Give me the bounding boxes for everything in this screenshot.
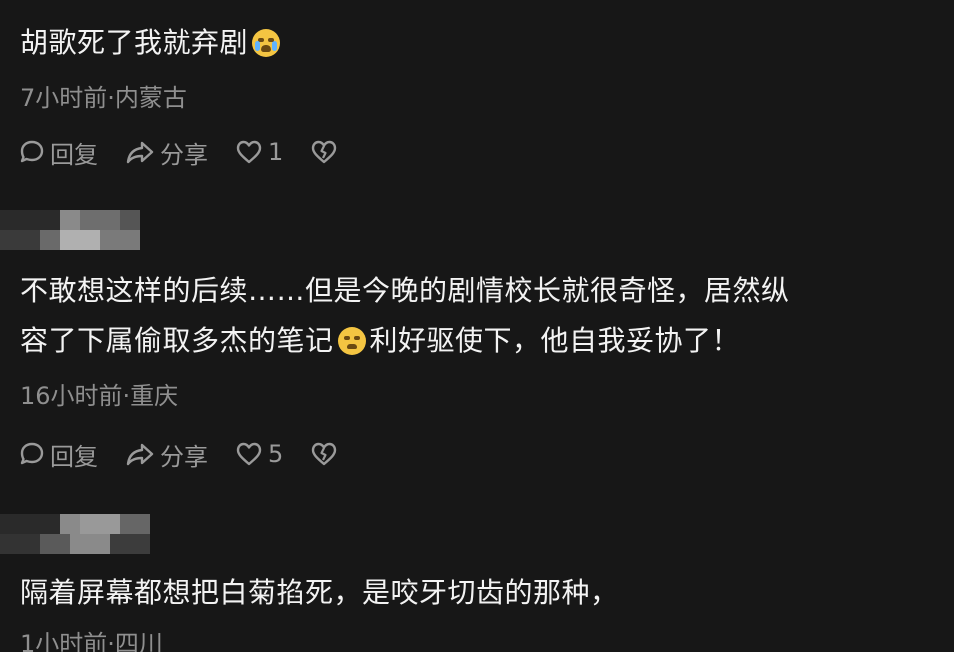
- loudly-crying-face-icon: [252, 29, 281, 57]
- avatar: [0, 210, 140, 250]
- avatar: [0, 514, 150, 554]
- comment-text: 不敢想这样的后续……但是今晚的剧情校长就很奇怪，居然纵 容了下属偷取多杰的笔记 利…: [20, 266, 790, 366]
- comment-text-line: 不敢想这样的后续……但是今晚的剧情校长就很奇怪，居然纵: [20, 274, 790, 307]
- comment-meta: 1小时前·四川: [20, 630, 163, 652]
- reply-button[interactable]: 回复: [18, 135, 98, 170]
- like-count: 5: [268, 440, 284, 468]
- share-arrow-icon: [126, 141, 154, 164]
- share-button[interactable]: 分享: [124, 135, 208, 170]
- dislike-button[interactable]: [309, 440, 343, 468]
- comment-text-line: 隔着屏幕都想把白菊掐死，是咬牙切齿的那种，: [20, 576, 619, 609]
- broken-heart-icon: [312, 442, 337, 466]
- dislike-button[interactable]: [309, 138, 343, 166]
- comment-meta: 7小时前·内蒙古: [20, 84, 187, 112]
- comment-text-line: 胡歌死了我就弃剧: [20, 26, 249, 59]
- like-button[interactable]: 5: [234, 440, 283, 468]
- share-label: 分享: [160, 442, 208, 471]
- comment-meta: 16小时前·重庆: [20, 382, 179, 410]
- heart-icon: [236, 442, 262, 466]
- comment-text: 胡歌死了我就弃剧: [20, 18, 284, 68]
- reply-label: 回复: [50, 140, 98, 169]
- comment-actions: 回复 分享 5: [18, 436, 369, 472]
- like-button[interactable]: 1: [234, 138, 283, 166]
- comment-text: 隔着屏幕都想把白菊掐死，是咬牙切齿的那种，: [20, 568, 619, 618]
- reply-label: 回复: [50, 442, 98, 471]
- comment-text-fragment: 利好驱使下，他自我妥协了！: [369, 324, 741, 357]
- comment-bubble-icon: [20, 140, 44, 163]
- comment-text-line-2: 容了下属偷取多杰的笔记 利好驱使下，他自我妥协了！: [20, 316, 790, 366]
- broken-heart-icon: [312, 140, 337, 164]
- like-count: 1: [268, 138, 284, 166]
- comment-text-fragment: 容了下属偷取多杰的笔记: [20, 324, 334, 357]
- reply-button[interactable]: 回复: [18, 437, 98, 472]
- heart-icon: [236, 140, 262, 164]
- share-button[interactable]: 分享: [124, 437, 208, 472]
- share-arrow-icon: [126, 443, 154, 466]
- comment-bubble-icon: [20, 442, 44, 465]
- comment-actions: 回复 分享 1: [18, 134, 369, 170]
- pleading-face-icon: [337, 327, 366, 355]
- share-label: 分享: [160, 140, 208, 169]
